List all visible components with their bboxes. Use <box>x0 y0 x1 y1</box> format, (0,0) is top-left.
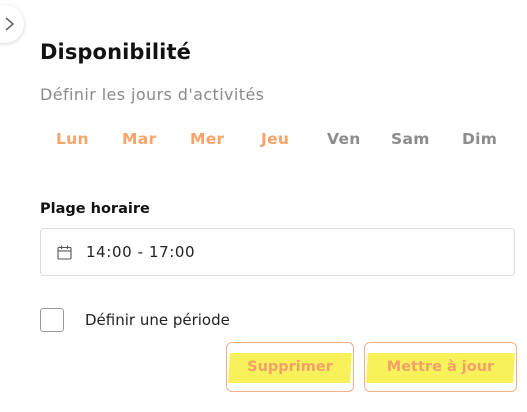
update-button[interactable]: Mettre à jour <box>364 342 517 392</box>
collapse-toggle[interactable] <box>0 5 24 43</box>
page-title: Disponibilité <box>40 40 191 64</box>
availability-panel: Disponibilité Définir les jours d'activi… <box>0 0 527 412</box>
day-dim[interactable]: Dim <box>462 130 497 148</box>
time-range-label: Plage horaire <box>40 201 150 217</box>
weekday-selector: Lun Mar Mer Jeu Ven Sam Dim <box>40 130 510 154</box>
day-mar[interactable]: Mar <box>122 130 156 148</box>
chevron-right-icon <box>5 17 15 31</box>
period-checkbox-label[interactable]: Définir une période <box>85 311 230 329</box>
day-lun[interactable]: Lun <box>56 130 89 148</box>
page-subtitle: Définir les jours d'activités <box>40 85 265 104</box>
delete-button-label: Supprimer <box>247 359 333 375</box>
day-ven[interactable]: Ven <box>327 130 361 148</box>
time-range-value: 14:00 - 17:00 <box>86 243 196 261</box>
day-sam[interactable]: Sam <box>391 130 430 148</box>
update-button-label: Mettre à jour <box>386 359 495 375</box>
period-option: Définir une période <box>40 308 230 332</box>
period-checkbox[interactable] <box>40 308 64 332</box>
day-jeu[interactable]: Jeu <box>261 130 289 148</box>
time-range-input[interactable]: 14:00 - 17:00 <box>40 228 515 276</box>
calendar-icon <box>57 245 72 260</box>
day-mer[interactable]: Mer <box>190 130 224 148</box>
delete-button[interactable]: Supprimer <box>226 342 354 392</box>
